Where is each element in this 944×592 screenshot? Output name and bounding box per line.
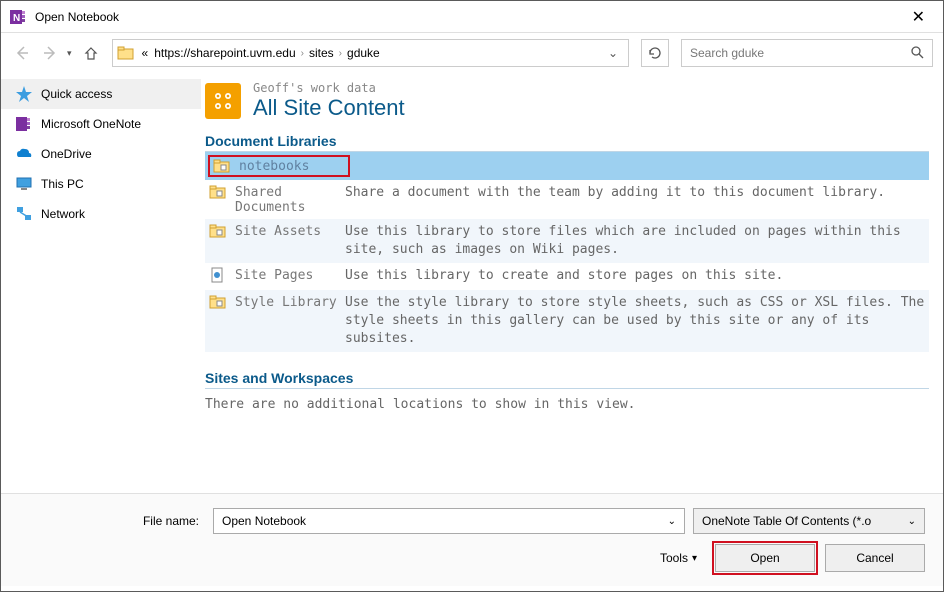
- search-placeholder: Search gduke: [690, 46, 910, 60]
- up-button[interactable]: [82, 44, 100, 62]
- library-list: notebooks Shared Documents Share a docum…: [205, 152, 929, 352]
- library-desc: Use this library to store files which ar…: [345, 223, 925, 259]
- filter-value: OneNote Table Of Contents (*.o: [702, 514, 871, 528]
- library-row[interactable]: Site Pages Use this library to create an…: [205, 263, 929, 289]
- library-row[interactable]: Style Library Use the style library to s…: [205, 290, 929, 353]
- breadcrumb-0[interactable]: https://sharepoint.uvm.edu: [151, 46, 298, 60]
- titlebar: N Open Notebook ✕: [1, 1, 943, 33]
- sidebar-item-onedrive[interactable]: OneDrive: [1, 139, 201, 169]
- library-row-notebooks[interactable]: notebooks: [205, 152, 929, 180]
- library-name: Site Pages: [235, 267, 345, 283]
- site-subtitle: Geoff's work data: [253, 81, 405, 95]
- page-icon: [209, 267, 227, 283]
- sidebar-item-network[interactable]: Network: [1, 199, 201, 229]
- breadcrumb-2[interactable]: gduke: [344, 46, 383, 60]
- library-desc: Share a document with the team by adding…: [345, 184, 925, 202]
- chevron-right-icon: ›: [337, 48, 344, 59]
- search-icon: [910, 45, 924, 62]
- library-name: Shared Documents: [235, 184, 345, 215]
- onenote-app-icon: N: [9, 8, 27, 26]
- address-bar[interactable]: « https://sharepoint.uvm.edu › sites › g…: [112, 39, 629, 67]
- footer: File name: Open Notebook ⌄ OneNote Table…: [1, 493, 943, 586]
- site-icon: [205, 83, 241, 119]
- chevron-down-icon: ▾: [692, 553, 697, 564]
- tools-label: Tools: [660, 551, 688, 565]
- sidebar: Quick access Microsoft OneNote OneDrive …: [1, 73, 201, 493]
- cancel-button[interactable]: Cancel: [825, 544, 925, 572]
- library-row[interactable]: Shared Documents Share a document with t…: [205, 180, 929, 219]
- history-dropdown-icon[interactable]: ▾: [67, 48, 72, 59]
- address-dropdown-icon[interactable]: ⌄: [602, 46, 624, 60]
- close-button[interactable]: ✕: [902, 7, 935, 27]
- library-name: Style Library: [235, 294, 345, 310]
- network-icon: [15, 205, 33, 223]
- tools-dropdown[interactable]: Tools ▾: [660, 551, 697, 565]
- library-desc: Use the style library to store style she…: [345, 294, 925, 349]
- open-button[interactable]: Open: [715, 544, 815, 572]
- refresh-button[interactable]: [641, 39, 669, 67]
- file-name-label: File name:: [19, 514, 205, 528]
- library-name: notebooks: [239, 158, 349, 174]
- chevron-down-icon: ⌄: [668, 516, 676, 527]
- sidebar-item-quick-access[interactable]: Quick access: [1, 79, 201, 109]
- cancel-label: Cancel: [856, 551, 893, 565]
- file-name-value: Open Notebook: [222, 514, 306, 528]
- library-desc: Use this library to create and store pag…: [345, 267, 925, 285]
- folder-icon: [209, 294, 227, 310]
- sidebar-item-label: OneDrive: [41, 147, 92, 161]
- library-name: Site Assets: [235, 223, 345, 239]
- back-button[interactable]: [11, 42, 33, 64]
- folder-icon: [117, 44, 135, 62]
- library-row[interactable]: Site Assets Use this library to store fi…: [205, 219, 929, 263]
- breadcrumb-1[interactable]: sites: [306, 46, 337, 60]
- sidebar-item-onenote[interactable]: Microsoft OneNote: [1, 109, 201, 139]
- sidebar-item-label: Quick access: [41, 87, 112, 101]
- chevron-down-icon: ⌄: [908, 516, 916, 527]
- section-sites: Sites and Workspaces: [205, 370, 929, 386]
- file-type-filter[interactable]: OneNote Table Of Contents (*.o ⌄: [693, 508, 925, 534]
- content-pane: Geoff's work data All Site Content Docum…: [201, 73, 943, 493]
- star-icon: [15, 85, 33, 103]
- svg-text:N: N: [13, 13, 20, 24]
- file-name-input[interactable]: Open Notebook ⌄: [213, 508, 685, 534]
- cloud-icon: [15, 145, 33, 163]
- sidebar-item-label: Microsoft OneNote: [41, 117, 141, 131]
- chevron-right-icon: ›: [299, 48, 306, 59]
- onenote-icon: [15, 115, 33, 133]
- search-input[interactable]: Search gduke: [681, 39, 933, 67]
- section-libraries: Document Libraries: [205, 133, 929, 149]
- sidebar-item-label: This PC: [41, 177, 84, 191]
- breadcrumb-prefix[interactable]: «: [139, 46, 152, 60]
- navbar: ▾ « https://sharepoint.uvm.edu › sites ›…: [1, 33, 943, 73]
- monitor-icon: [15, 175, 33, 193]
- sidebar-item-label: Network: [41, 207, 85, 221]
- folder-icon: [213, 158, 231, 174]
- window-title: Open Notebook: [35, 10, 119, 24]
- open-label: Open: [750, 551, 779, 565]
- site-title: All Site Content: [253, 95, 405, 121]
- forward-button[interactable]: [39, 42, 61, 64]
- sidebar-item-this-pc[interactable]: This PC: [1, 169, 201, 199]
- folder-icon: [209, 223, 227, 239]
- no-sites-message: There are no additional locations to sho…: [205, 397, 929, 412]
- folder-icon: [209, 184, 227, 200]
